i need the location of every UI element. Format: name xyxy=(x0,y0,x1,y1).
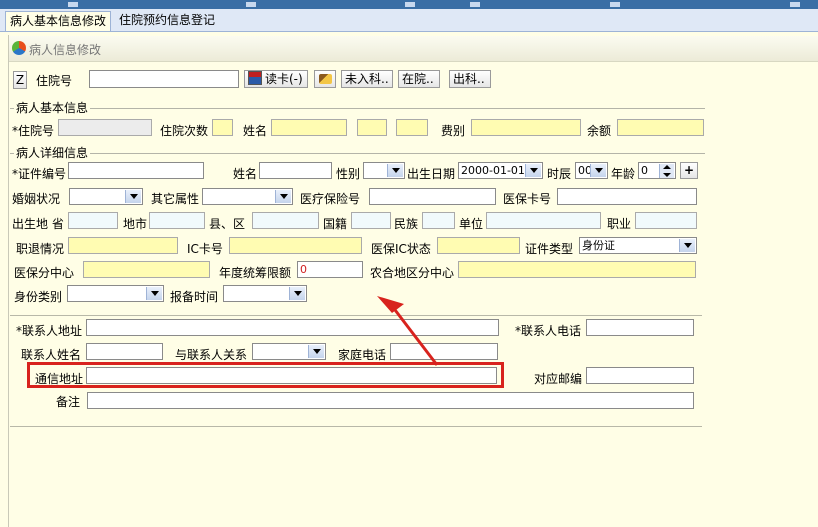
annotation-arrow-head xyxy=(377,296,404,313)
annotation-arrow-shaft xyxy=(390,305,439,366)
annotation-arrow xyxy=(377,296,439,366)
